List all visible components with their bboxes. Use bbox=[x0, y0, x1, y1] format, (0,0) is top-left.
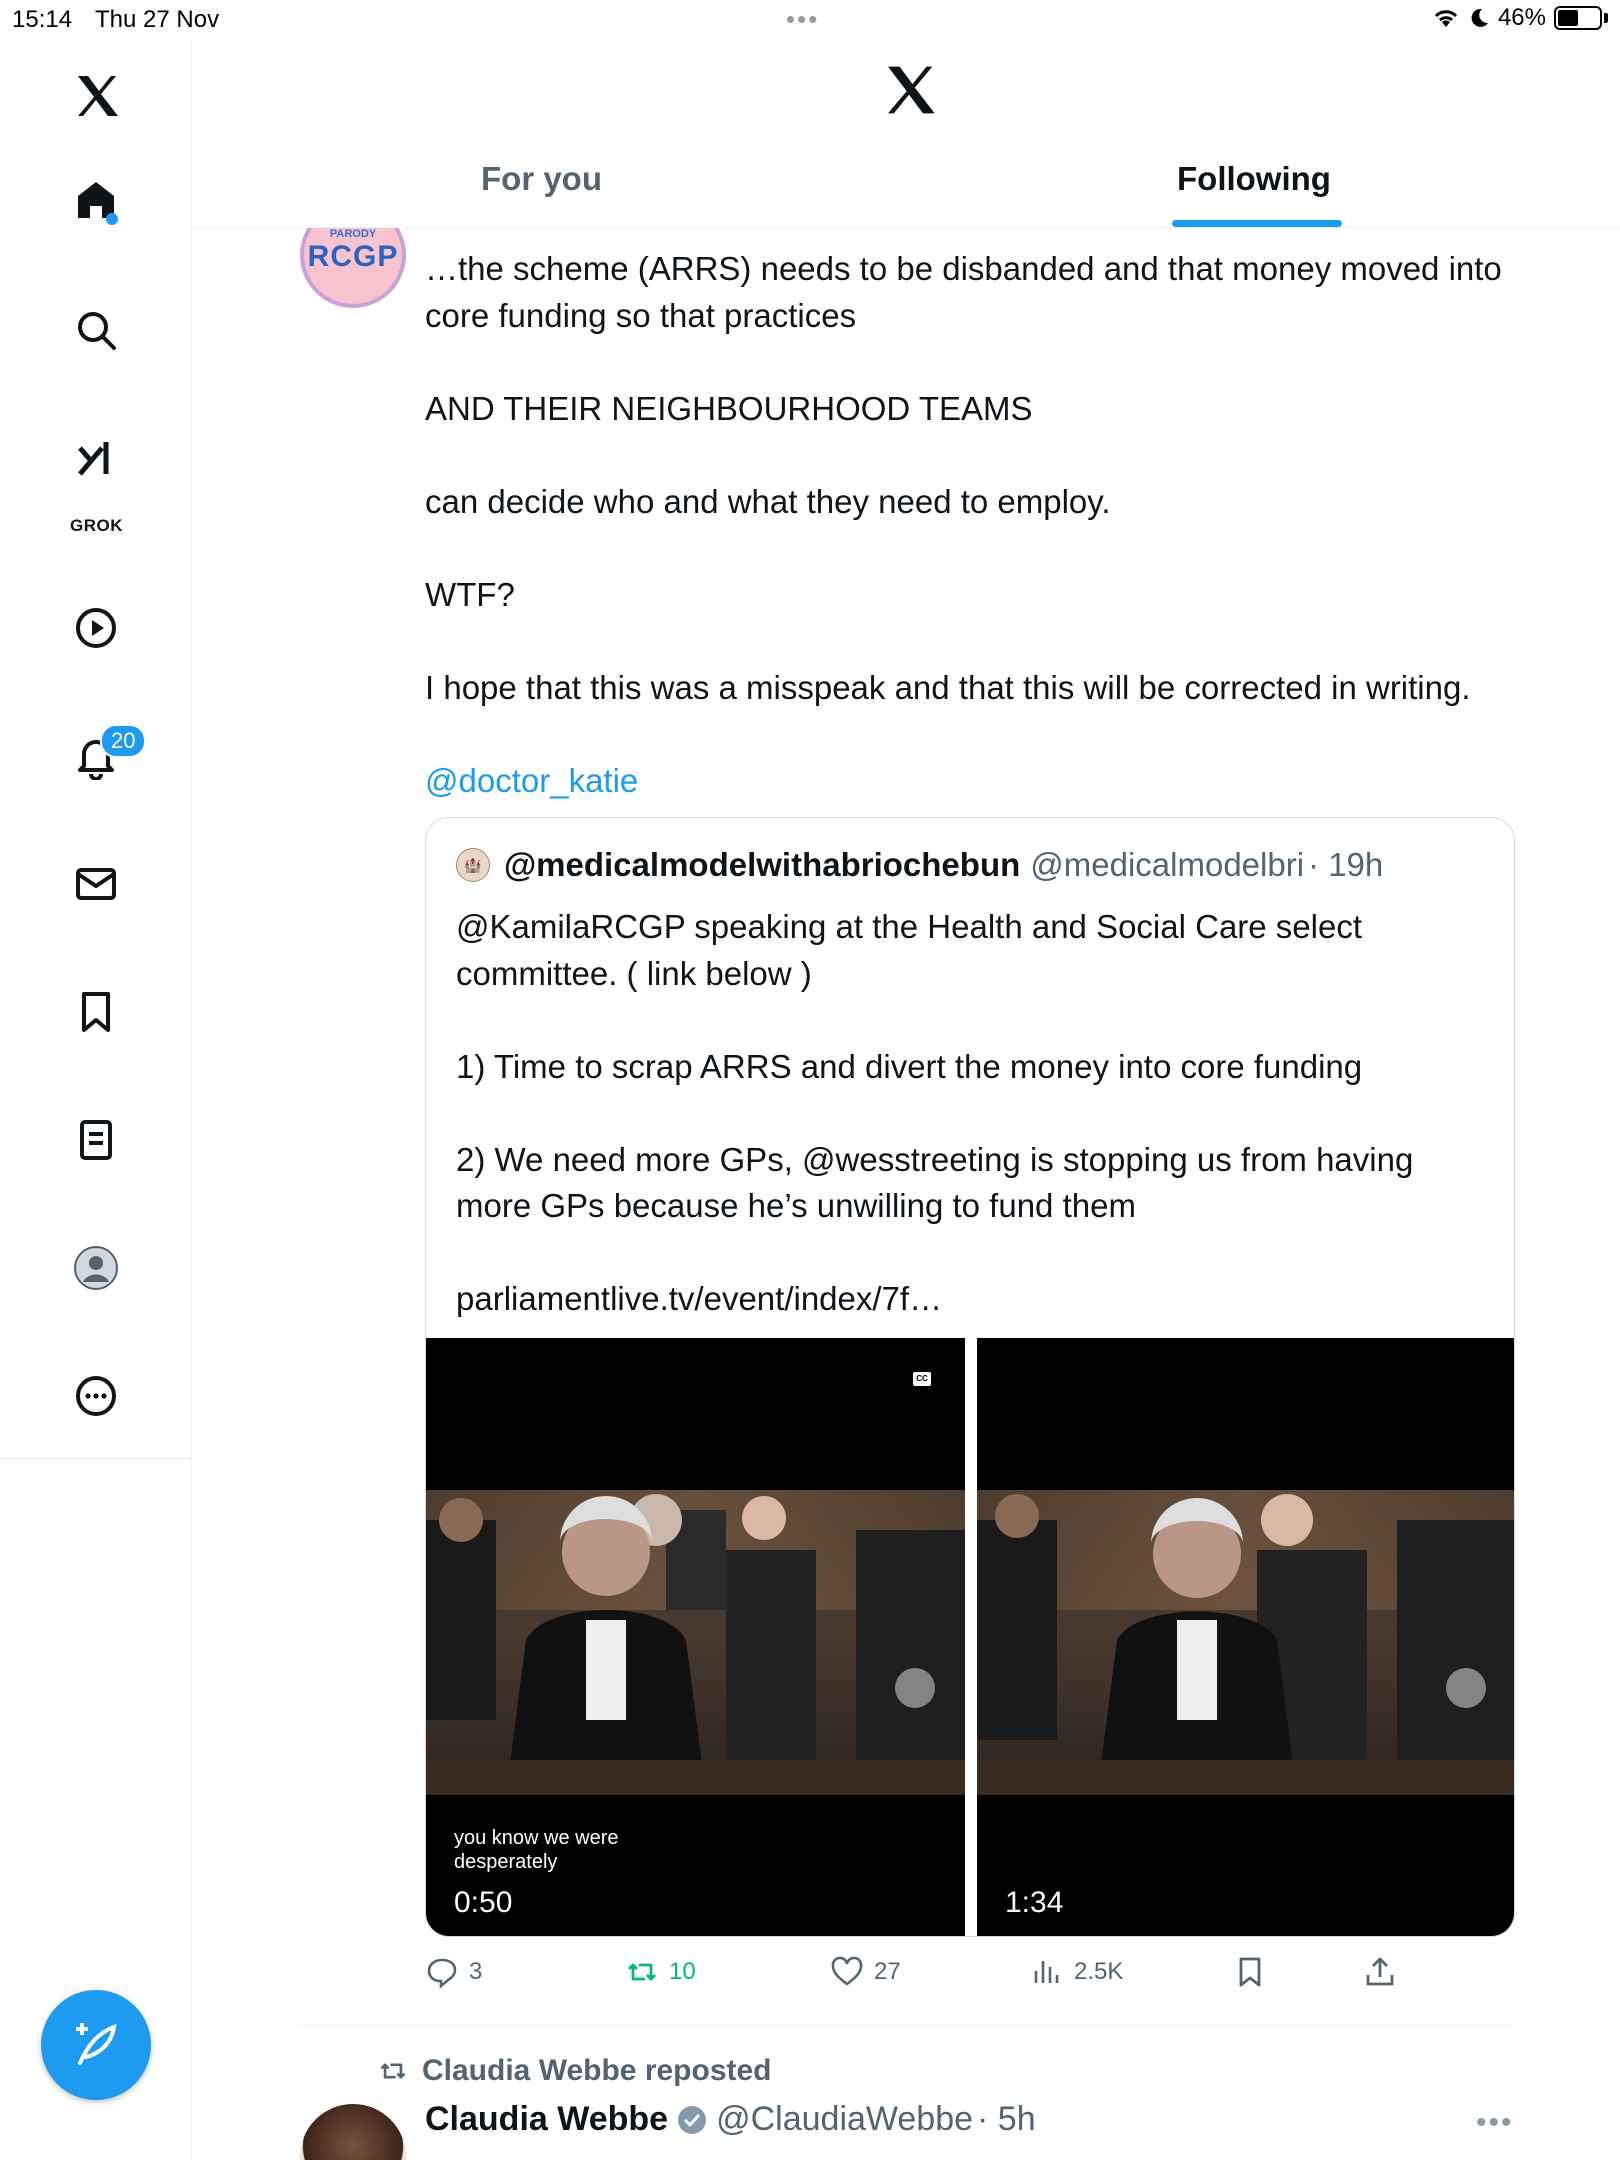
quote-author-handle[interactable]: @medicalmodelbri bbox=[1030, 846, 1304, 884]
video-duration: 0:50 bbox=[454, 1886, 513, 1919]
grok-icon[interactable] bbox=[60, 422, 132, 494]
reply-button[interactable]: 3 bbox=[425, 1955, 482, 1989]
more-options-icon[interactable]: ••• bbox=[1476, 2106, 1514, 2140]
reply-count: 3 bbox=[469, 1958, 483, 1985]
heart-icon bbox=[831, 1956, 863, 1986]
video-overlay-dot bbox=[1446, 1668, 1486, 1708]
video-overlay-dot bbox=[895, 1668, 935, 1708]
mention-link[interactable]: @doctor_katie bbox=[425, 758, 1535, 805]
profile-icon[interactable] bbox=[60, 1232, 132, 1304]
tweet-line: AND THEIR NEIGHBOURHOOD TEAMS bbox=[425, 389, 1033, 427]
tab-following[interactable]: Following bbox=[1177, 160, 1331, 198]
views-button[interactable]: 2.5K bbox=[1030, 1955, 1123, 1989]
caption-line: desperately bbox=[454, 1851, 558, 1873]
battery-icon bbox=[1554, 6, 1602, 30]
status-bar: 15:14 Thu 27 Nov ••• 46% bbox=[0, 0, 1620, 40]
video-player[interactable]: 1:34 bbox=[977, 1338, 1514, 1936]
tweet-line: I hope that this was a misspeak and that… bbox=[425, 668, 1471, 706]
views-count: 2.5K bbox=[1074, 1958, 1124, 1985]
quote-line: 1) Time to scrap ARRS and divert the mon… bbox=[456, 1047, 1363, 1085]
tweet-actions: 3 10 27 2.5K bbox=[425, 1955, 1425, 2005]
home-unread-dot bbox=[106, 213, 118, 225]
wifi-icon bbox=[1434, 10, 1458, 27]
lists-icon[interactable] bbox=[60, 1104, 132, 1176]
quote-line: @KamilaRCGP speaking at the Health and S… bbox=[456, 908, 1363, 992]
like-button[interactable]: 27 bbox=[830, 1955, 901, 1989]
status-right: 46% bbox=[1432, 4, 1608, 32]
timeline-header: For you Following bbox=[193, 40, 1620, 228]
caption-line: you know we were bbox=[454, 1827, 619, 1849]
video-caption: you know we were desperately bbox=[454, 1826, 619, 1874]
quote-link[interactable]: parliamentlive.tv/event/index/7f… bbox=[456, 1276, 1486, 1323]
sidebar-divider bbox=[0, 1458, 192, 1459]
search-icon[interactable] bbox=[60, 294, 132, 366]
author-handle[interactable]: @ClaudiaWebbe bbox=[716, 2100, 973, 2139]
more-icon[interactable] bbox=[60, 1360, 132, 1432]
tweet-text: …the scheme (ARRS) needs to be disbanded… bbox=[425, 246, 1535, 804]
quote-line: 2) We need more GPs, @wesstreeting is st… bbox=[456, 1140, 1414, 1225]
quote-text: @KamilaRCGP speaking at the Health and S… bbox=[456, 904, 1486, 1323]
tweet-header: Claudia Webbe @ClaudiaWebbe · 5h bbox=[425, 2100, 1036, 2139]
share-button[interactable] bbox=[1363, 1955, 1397, 1989]
mail-icon[interactable] bbox=[60, 848, 132, 920]
compose-button[interactable] bbox=[41, 1990, 151, 2100]
notifications-badge: 20 bbox=[100, 724, 147, 758]
x-logo-icon[interactable] bbox=[60, 60, 132, 132]
quote-header: 🏰 @medicalmodelwithabriochebun @medicalm… bbox=[456, 846, 1383, 884]
like-count: 27 bbox=[874, 1958, 901, 1985]
moon-icon bbox=[1471, 8, 1488, 27]
quoted-tweet[interactable]: 🏰 @medicalmodelwithabriochebun @medicalm… bbox=[425, 817, 1515, 1937]
active-tab-indicator bbox=[1172, 220, 1342, 227]
repost-icon bbox=[380, 2063, 406, 2079]
verified-badge-icon bbox=[678, 2105, 707, 2134]
x-logo-icon bbox=[881, 62, 937, 123]
avatar[interactable] bbox=[300, 2104, 406, 2160]
author-name[interactable]: Claudia Webbe bbox=[425, 2100, 668, 2139]
tweet-line: can decide who and what they need to emp… bbox=[425, 482, 1111, 520]
closed-captions-icon[interactable]: CC bbox=[913, 1372, 931, 1386]
battery-percent: 46% bbox=[1497, 4, 1546, 31]
quote-avatar[interactable]: 🏰 bbox=[456, 848, 490, 882]
quote-media: CC you know we were desperately 0:50 1:3… bbox=[426, 1338, 1514, 1936]
multitasking-dots-icon[interactable]: ••• bbox=[786, 4, 819, 35]
video-frame bbox=[426, 1490, 965, 1795]
avatar-rcgp-label: RCGP bbox=[307, 240, 399, 273]
bookmark-icon bbox=[1239, 1957, 1261, 1987]
tab-for-you[interactable]: For you bbox=[481, 160, 602, 198]
status-date: Thu 27 Nov bbox=[95, 6, 220, 33]
video-frame bbox=[977, 1490, 1514, 1795]
share-icon bbox=[1366, 1957, 1394, 1986]
bookmark-button[interactable] bbox=[1233, 1955, 1267, 1989]
video-player[interactable]: CC you know we were desperately 0:50 bbox=[426, 1338, 965, 1936]
home-icon[interactable] bbox=[60, 164, 132, 236]
repost-button[interactable]: 10 bbox=[625, 1955, 696, 1989]
quote-time: · 19h bbox=[1308, 846, 1384, 883]
sidebar: GROK 20 bbox=[0, 40, 192, 2160]
tweet-line: WTF? bbox=[425, 575, 515, 613]
video-icon[interactable] bbox=[60, 592, 132, 664]
quote-author-name[interactable]: @medicalmodelwithabriochebun bbox=[504, 846, 1020, 884]
status-time: 15:14 bbox=[12, 6, 73, 33]
repost-label: Claudia Webbe reposted bbox=[422, 2054, 772, 2087]
video-duration: 1:34 bbox=[1005, 1886, 1064, 1919]
reply-icon bbox=[427, 1958, 457, 1989]
tweet-line: …the scheme (ARRS) needs to be disbanded… bbox=[425, 250, 1502, 334]
repost-count: 10 bbox=[669, 1958, 696, 1985]
repost-icon bbox=[628, 1963, 656, 1981]
repost-indicator[interactable]: Claudia Webbe reposted bbox=[378, 2054, 772, 2088]
bookmark-icon[interactable] bbox=[60, 976, 132, 1048]
tweet-divider bbox=[300, 2025, 1515, 2026]
compose-feather-icon bbox=[76, 2023, 117, 2065]
avatar-parody-label: PARODY bbox=[329, 228, 377, 240]
views-chart-icon bbox=[1034, 1961, 1059, 1983]
grok-label: GROK bbox=[70, 516, 123, 535]
tweet-time: · 5h bbox=[977, 2100, 1036, 2138]
